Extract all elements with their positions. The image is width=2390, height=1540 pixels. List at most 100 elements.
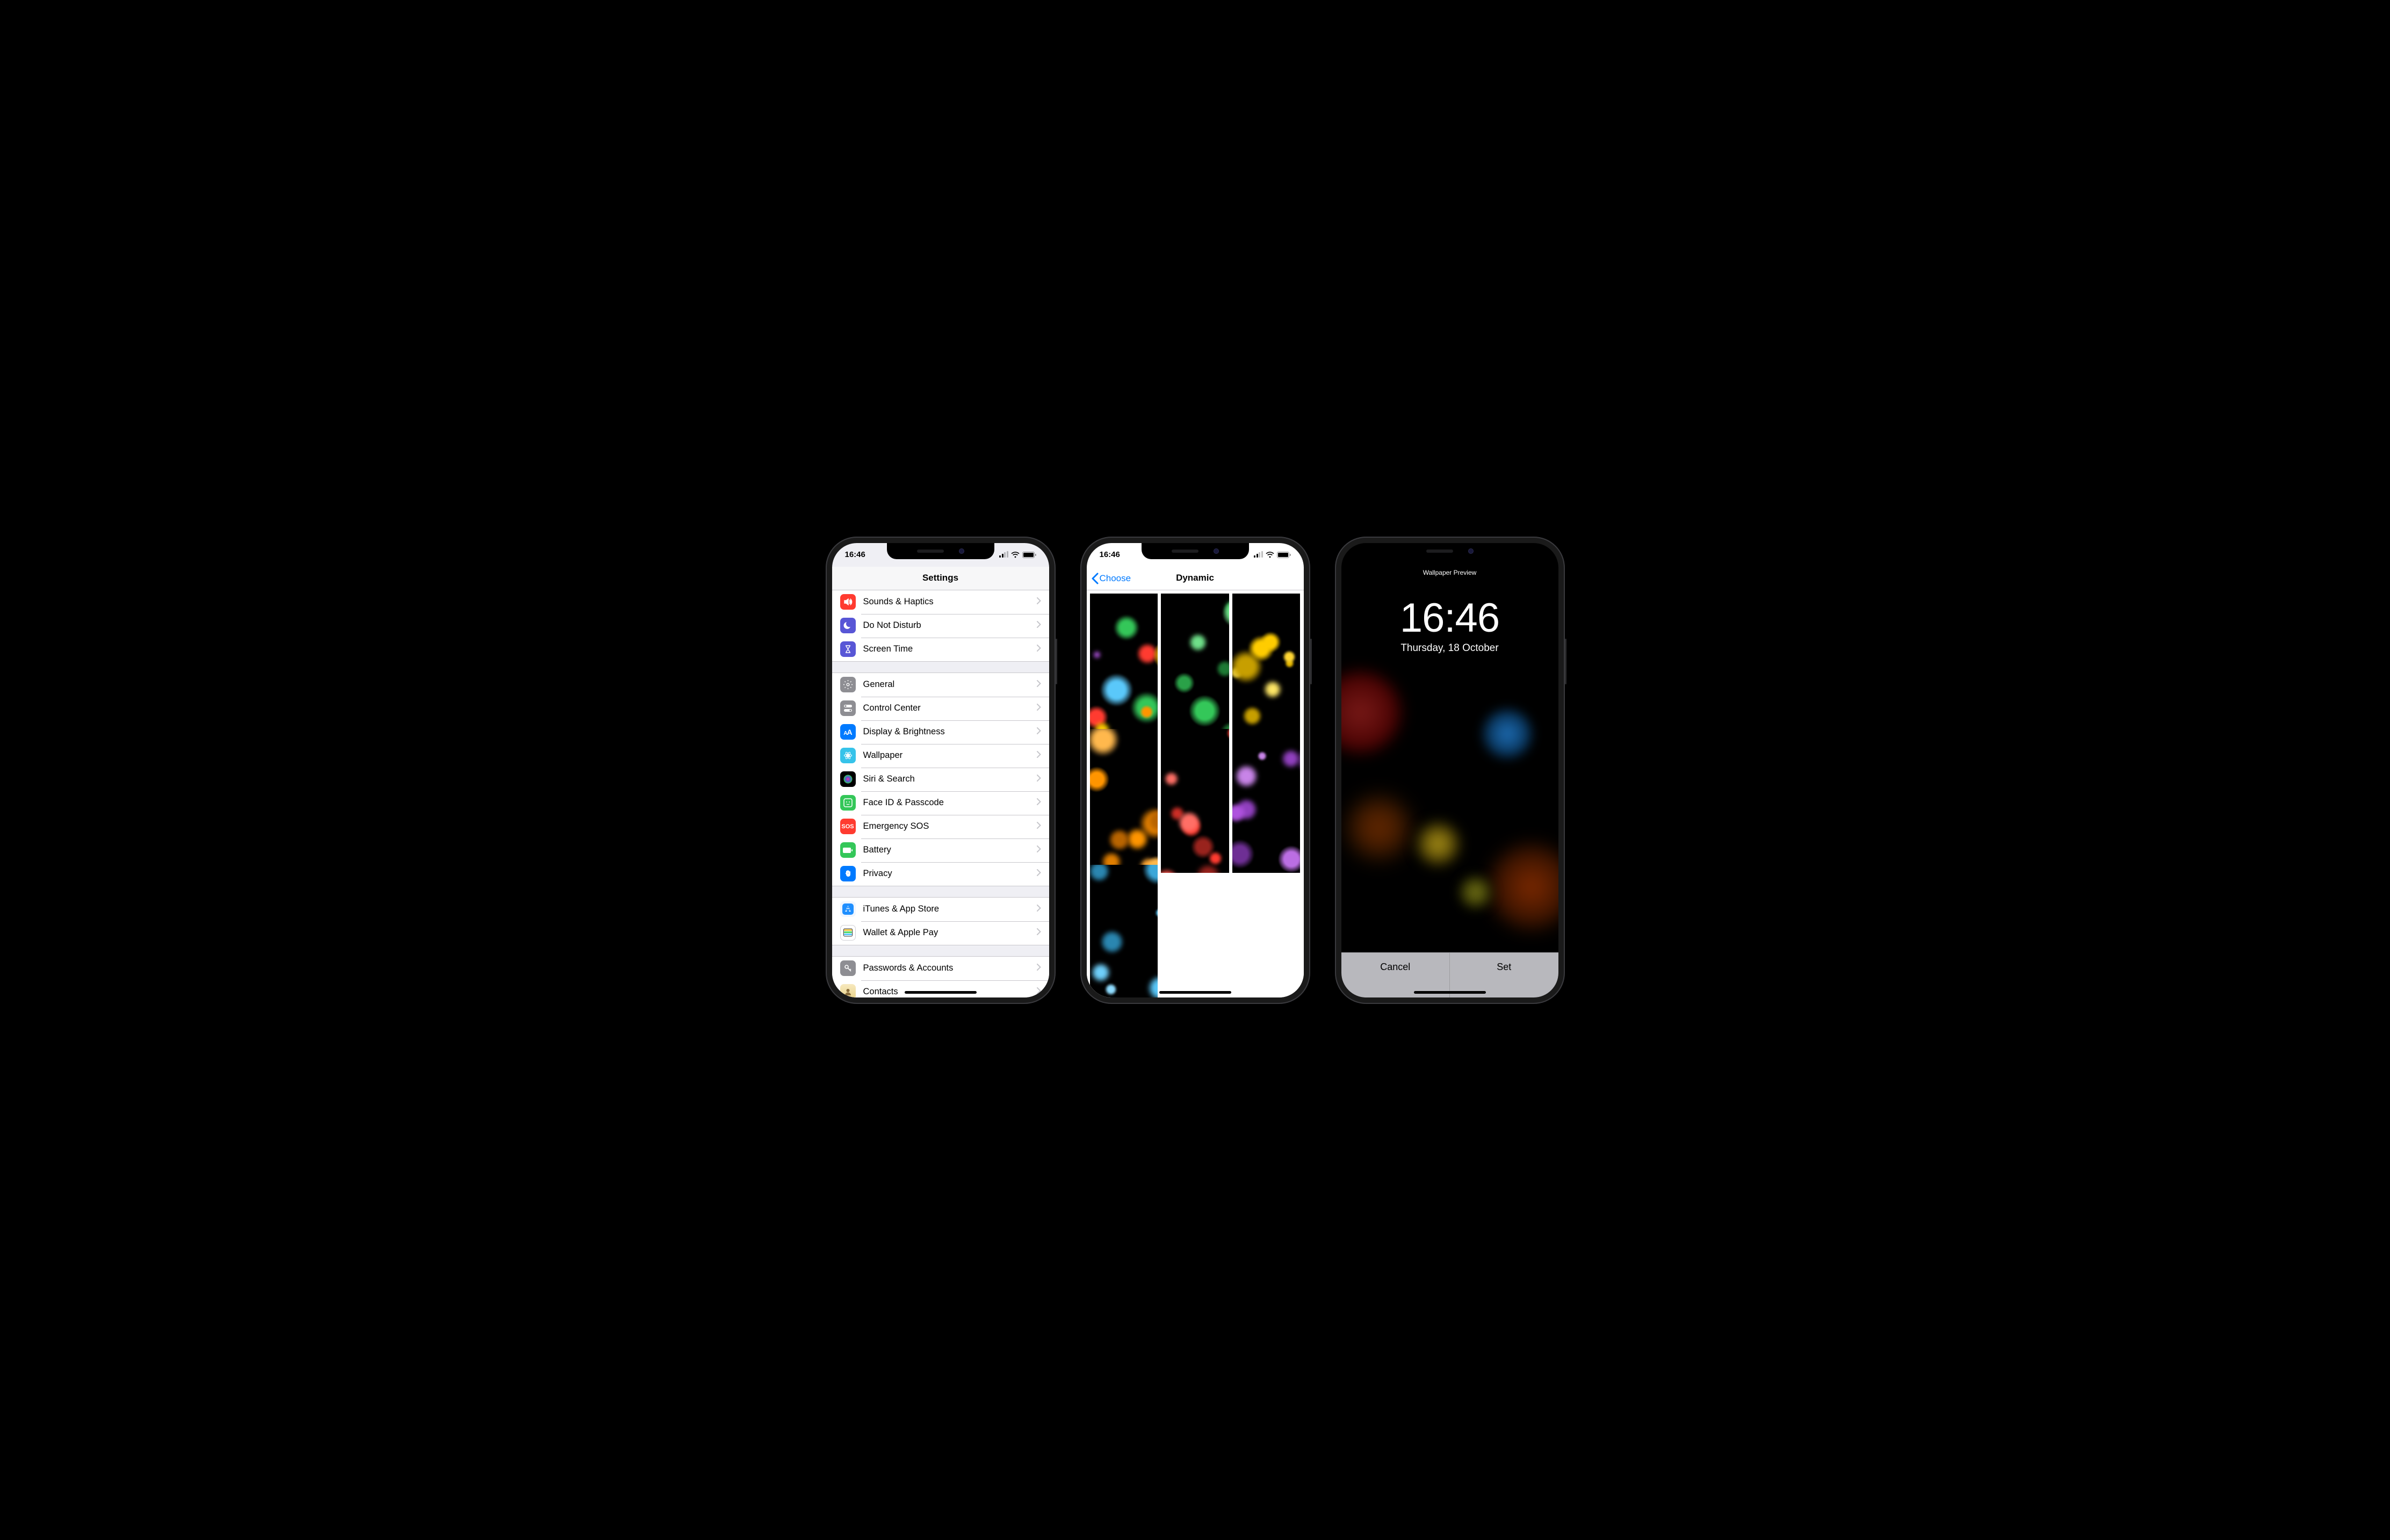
chevron-right-icon	[1037, 798, 1041, 808]
chevron-right-icon	[1037, 597, 1041, 607]
settings-row[interactable]: AA Display & Brightness	[832, 720, 1049, 744]
row-label: Wallet & Apple Pay	[863, 928, 1037, 938]
hand-icon	[840, 866, 856, 881]
notch	[1142, 543, 1249, 559]
settings-row[interactable]: Wallpaper	[832, 744, 1049, 768]
settings-row[interactable]: iTunes & App Store	[832, 898, 1049, 921]
notch	[887, 543, 994, 559]
lock-screen-clock: 16:46 Thursday, 18 October	[1341, 595, 1558, 654]
chevron-right-icon	[1037, 775, 1041, 784]
row-label: Display & Brightness	[863, 727, 1037, 737]
screen: Wallpaper Preview 16:46 Thursday, 18 Oct…	[1341, 543, 1558, 997]
screen: 16:46 Choose Dynamic	[1087, 543, 1304, 997]
key-icon	[840, 960, 856, 976]
settings-row[interactable]: Battery	[832, 838, 1049, 862]
phone-preview: Wallpaper Preview 16:46 Thursday, 18 Oct…	[1335, 537, 1565, 1004]
chevron-right-icon	[1037, 704, 1041, 713]
chevron-right-icon	[1037, 822, 1041, 832]
chevron-right-icon	[1037, 645, 1041, 654]
sounds-icon	[840, 594, 856, 610]
wallpaper-grid	[1087, 590, 1304, 997]
siri-icon	[840, 771, 856, 787]
settings-row[interactable]: Screen Time	[832, 638, 1049, 661]
wallpaper-option-blue[interactable]	[1090, 865, 1158, 997]
toggle-icon	[840, 700, 856, 716]
appstore-icon	[840, 901, 856, 917]
status-time: 16:46	[1100, 550, 1120, 559]
lock-date: Thursday, 18 October	[1341, 642, 1558, 654]
chevron-right-icon	[1037, 964, 1041, 973]
phone-settings: 16:46 Settings Sounds & Haptics Do Not Di…	[826, 537, 1056, 1004]
row-label: Screen Time	[863, 644, 1037, 654]
chevron-right-icon	[1037, 727, 1041, 737]
nav-bar: Settings	[832, 567, 1049, 590]
chevron-right-icon	[1037, 928, 1041, 938]
hourglass-icon	[840, 641, 856, 657]
battery-icon	[1277, 552, 1291, 558]
status-time: 16:46	[845, 550, 865, 559]
status-right	[999, 552, 1036, 558]
back-button[interactable]: Choose	[1091, 567, 1131, 590]
wallet-icon	[840, 925, 856, 941]
settings-row[interactable]: Passwords & Accounts	[832, 957, 1049, 980]
wallpaper-option-multicolor[interactable]	[1090, 594, 1158, 737]
preview-title: Wallpaper Preview	[1341, 569, 1558, 576]
settings-row[interactable]: SOSEmergency SOS	[832, 815, 1049, 838]
nav-title: Dynamic	[1176, 573, 1214, 583]
settings-row[interactable]: Wallet & Apple Pay	[832, 921, 1049, 945]
phone-dynamic: 16:46 Choose Dynamic	[1080, 537, 1310, 1004]
home-indicator[interactable]	[1159, 991, 1231, 994]
row-label: Siri & Search	[863, 774, 1037, 784]
chevron-right-icon	[1037, 905, 1041, 914]
row-label: iTunes & App Store	[863, 904, 1037, 914]
settings-row[interactable]: Siri & Search	[832, 768, 1049, 791]
settings-row[interactable]: Contacts	[832, 980, 1049, 997]
moon-icon	[840, 618, 856, 633]
row-label: Control Center	[863, 703, 1037, 713]
chevron-right-icon	[1037, 680, 1041, 690]
settings-row[interactable]: General	[832, 673, 1049, 697]
wallpaper-option-red[interactable]	[1161, 729, 1229, 872]
settings-row[interactable]: Privacy	[832, 862, 1049, 886]
contacts-icon	[840, 984, 856, 997]
row-label: General	[863, 679, 1037, 690]
battery-icon	[1022, 552, 1036, 558]
home-indicator[interactable]	[905, 991, 977, 994]
cellular-icon	[999, 552, 1008, 558]
lock-time: 16:46	[1341, 595, 1558, 641]
wallpaper-option-orange[interactable]	[1090, 729, 1158, 872]
cellular-icon	[1254, 552, 1263, 558]
chevron-right-icon	[1037, 869, 1041, 879]
wallpaper-option-purple[interactable]	[1232, 729, 1301, 872]
settings-row[interactable]: Sounds & Haptics	[832, 590, 1049, 614]
home-indicator[interactable]	[1414, 991, 1486, 994]
nav-bar: Choose Dynamic	[1087, 567, 1304, 590]
gear-icon	[840, 677, 856, 692]
chevron-right-icon	[1037, 751, 1041, 761]
back-label: Choose	[1100, 573, 1131, 584]
nav-title: Settings	[922, 573, 958, 583]
wifi-icon	[1266, 552, 1274, 558]
row-label: Battery	[863, 845, 1037, 855]
chevron-right-icon	[1037, 845, 1041, 855]
status-right	[1254, 552, 1291, 558]
settings-row[interactable]: Control Center	[832, 697, 1049, 720]
row-label: Do Not Disturb	[863, 620, 1037, 631]
settings-row[interactable]: Face ID & Passcode	[832, 791, 1049, 815]
row-label: Passwords & Accounts	[863, 963, 1037, 973]
settings-row[interactable]: Do Not Disturb	[832, 614, 1049, 638]
chevron-right-icon	[1037, 987, 1041, 997]
row-label: Privacy	[863, 869, 1037, 879]
aa-icon: AA	[840, 724, 856, 740]
wallpaper-option-green[interactable]	[1161, 594, 1229, 737]
screen: 16:46 Settings Sounds & Haptics Do Not Di…	[832, 543, 1049, 997]
flower-icon	[840, 748, 856, 763]
battery-icon	[840, 842, 856, 858]
row-label: Wallpaper	[863, 750, 1037, 761]
wifi-icon	[1011, 552, 1020, 558]
face-icon	[840, 795, 856, 811]
row-label: Emergency SOS	[863, 821, 1037, 832]
notch	[1396, 543, 1504, 559]
wallpaper-option-yellow[interactable]	[1232, 594, 1301, 737]
settings-list[interactable]: Sounds & Haptics Do Not Disturb Screen Tim…	[832, 590, 1049, 997]
